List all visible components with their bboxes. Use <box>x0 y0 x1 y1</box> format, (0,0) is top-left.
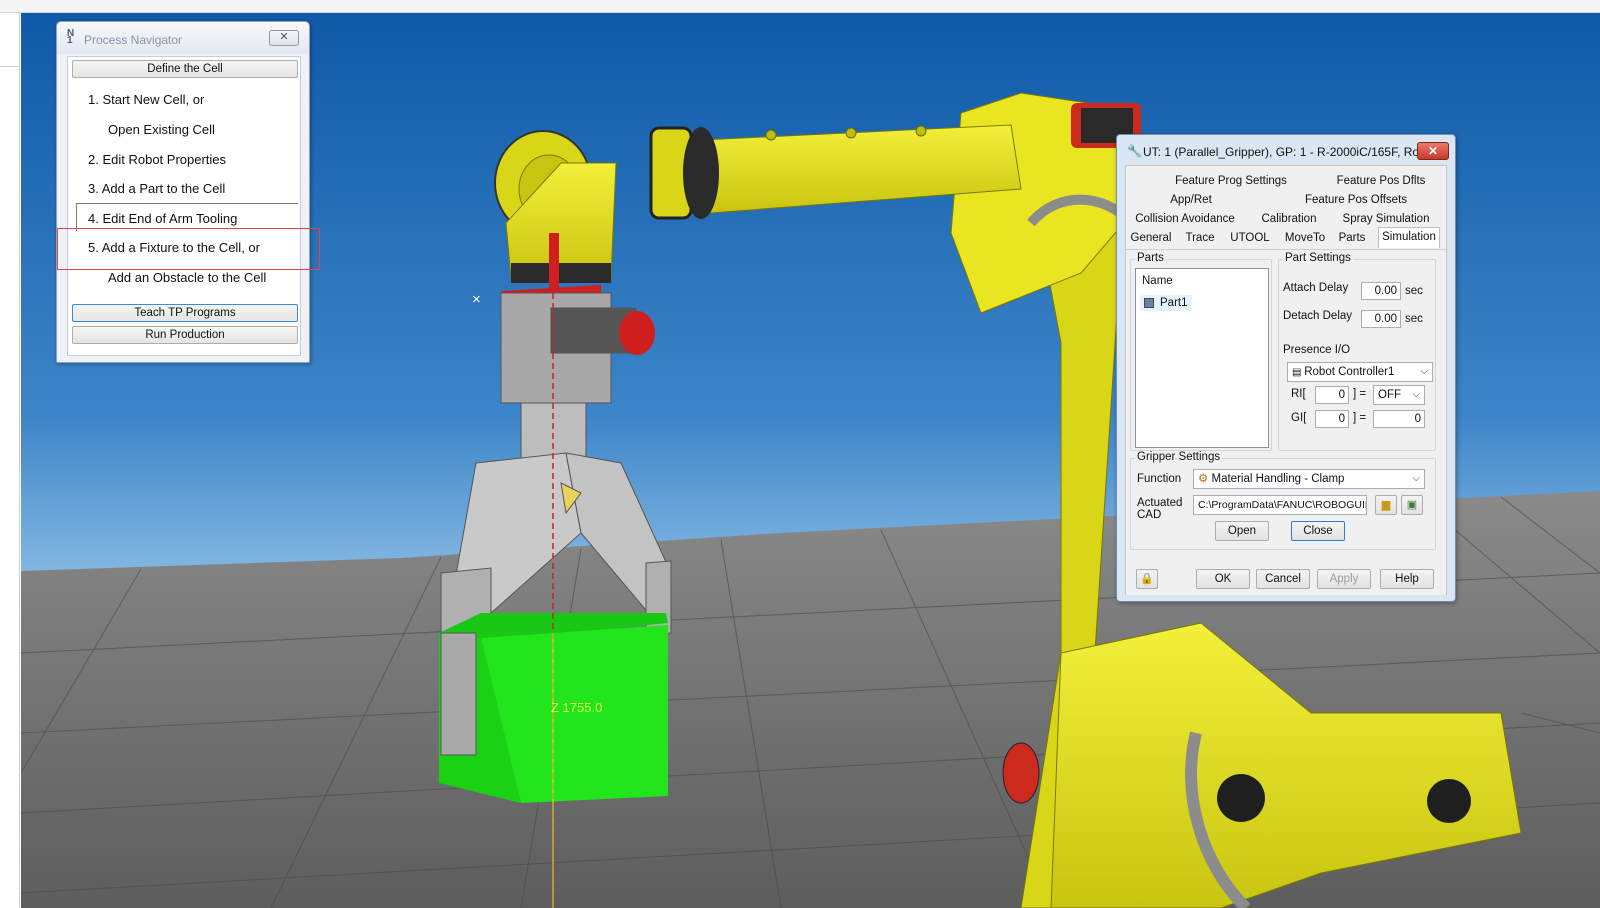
dialog-footer: 🔒 OK Cancel Apply Help <box>1126 565 1446 595</box>
cad-label: CAD <box>1137 509 1162 521</box>
ri-state-select[interactable]: OFF ⌵ <box>1373 385 1425 405</box>
tab-feature-prog-settings[interactable]: Feature Prog Settings <box>1146 172 1316 191</box>
tab-calibration[interactable]: Calibration <box>1254 210 1324 229</box>
detach-delay-unit: sec <box>1405 313 1423 325</box>
process-navigator-body: Define the Cell 1. Start New Cell, or Op… <box>67 56 301 356</box>
step-edit-end-of-arm-tooling[interactable]: 4. Edit End of Arm Tooling <box>88 211 237 226</box>
process-navigator-window: N1 Process Navigator ✕ Define the Cell 1… <box>56 21 310 363</box>
step-add-fixture[interactable]: 5. Add a Fixture to the Cell, or <box>88 240 260 255</box>
define-cell-button[interactable]: Define the Cell <box>72 60 298 78</box>
attach-delay-label: Attach Delay <box>1283 282 1349 294</box>
ri-index-field[interactable]: 0 <box>1315 386 1349 404</box>
gripper-settings-group-label: Gripper Settings <box>1135 451 1223 463</box>
teach-tp-programs-button[interactable]: Teach TP Programs <box>72 304 298 322</box>
help-button[interactable]: Help <box>1380 569 1434 589</box>
process-navigator-title: Process Navigator <box>84 33 183 47</box>
gripper-settings-group: Gripper Settings Function ⚙ Material Han… <box>1130 451 1436 550</box>
parts-list-header: Name <box>1142 275 1173 287</box>
z-coordinate-label: Z 1755.0 <box>551 700 603 715</box>
presence-io-label: Presence I/O <box>1283 344 1351 356</box>
function-select[interactable]: ⚙ Material Handling - Clamp ⌵ <box>1193 469 1425 489</box>
cad-browse-icon[interactable]: ▣ <box>1401 495 1423 515</box>
attach-delay-field[interactable]: 0.00 <box>1361 282 1401 300</box>
tab-feature-pos-dflts[interactable]: Feature Pos Dflts <box>1316 172 1446 191</box>
gi-index-field[interactable]: 0 <box>1315 410 1349 428</box>
ok-button[interactable]: OK <box>1196 569 1250 589</box>
close-icon[interactable]: ✕ <box>1417 142 1449 160</box>
attach-delay-unit: sec <box>1405 285 1423 297</box>
open-button[interactable]: Open <box>1215 521 1269 541</box>
gi-label: GI[ <box>1291 412 1307 424</box>
cancel-button[interactable]: Cancel <box>1256 569 1310 589</box>
tab-utool[interactable]: UTOOL <box>1226 229 1274 248</box>
tab-parts[interactable]: Parts <box>1334 229 1370 248</box>
gripper-function-icon: ⚙ <box>1198 473 1212 485</box>
detach-delay-field[interactable]: 0.00 <box>1361 310 1401 328</box>
list-item[interactable]: Part1 <box>1140 295 1192 311</box>
gi-equals: ] = <box>1353 412 1367 424</box>
part-settings-group-label: Part Settings <box>1283 252 1353 264</box>
utool-dialog-body: Feature Prog Settings Feature Pos Dflts … <box>1125 165 1448 595</box>
parts-group: Parts Name Part1 <box>1130 252 1272 451</box>
step-start-new-cell[interactable]: 1. Start New Cell, or <box>88 92 204 107</box>
tab-row-2: App/Ret Feature Pos Offsets <box>1126 191 1448 210</box>
chevron-down-icon: ⌵ <box>1412 473 1420 484</box>
controller-select[interactable]: ▤ Robot Controller1 ⌵ <box>1287 362 1433 382</box>
tab-general[interactable]: General <box>1128 229 1174 248</box>
step-add-part[interactable]: 3. Add a Part to the Cell <box>88 181 225 196</box>
close-button[interactable]: Close <box>1291 521 1345 541</box>
ri-equals: ] = <box>1353 388 1367 400</box>
chevron-down-icon: ⌵ <box>1412 389 1420 400</box>
detach-delay-label: Detach Delay <box>1283 310 1353 322</box>
function-value: Material Handling - Clamp <box>1211 473 1345 485</box>
step-open-existing-cell[interactable]: Open Existing Cell <box>108 122 215 137</box>
tab-collision-avoidance[interactable]: Collision Avoidance <box>1130 210 1240 229</box>
tab-moveto[interactable]: MoveTo <box>1280 229 1330 248</box>
function-label: Function <box>1137 473 1182 485</box>
chevron-down-icon: ⌵ <box>1420 366 1428 377</box>
tab-simulation[interactable]: Simulation <box>1378 227 1440 248</box>
tab-row-4: General Trace UTOOL MoveTo Parts Simulat… <box>1126 227 1448 248</box>
actuated-cad-path-field[interactable]: C:\ProgramData\FANUC\ROBOGUID <box>1193 495 1367 515</box>
process-navigator-titlebar[interactable]: N1 Process Navigator ✕ <box>57 22 309 54</box>
top-strip <box>0 0 1600 13</box>
tool-icon: 🔧 <box>1127 144 1142 158</box>
controller-icon: ▤ <box>1292 367 1305 378</box>
gi-value-field[interactable]: 0 <box>1373 410 1425 428</box>
folder-icon[interactable]: ▆ <box>1375 495 1397 515</box>
part-cube-icon <box>1144 298 1154 308</box>
navigator-icon: N1 <box>67 28 75 46</box>
left-gutter <box>0 13 20 908</box>
tab-feature-pos-offsets[interactable]: Feature Pos Offsets <box>1286 191 1426 210</box>
controller-value: Robot Controller1 <box>1304 366 1395 378</box>
parts-group-label: Parts <box>1135 252 1166 264</box>
tab-trace[interactable]: Trace <box>1180 229 1220 248</box>
utool-dialog-title: UT: 1 (Parallel_Gripper), GP: 1 - R-2000… <box>1143 145 1430 159</box>
actuated-label: Actuated <box>1137 497 1183 509</box>
close-icon[interactable]: ✕ <box>269 30 299 46</box>
run-production-button[interactable]: Run Production <box>72 326 298 344</box>
parts-list[interactable]: Name Part1 <box>1135 268 1269 448</box>
step-edit-robot-properties[interactable]: 2. Edit Robot Properties <box>88 152 226 167</box>
tab-app-ret[interactable]: App/Ret <box>1146 191 1236 210</box>
ri-label: RI[ <box>1291 388 1306 400</box>
ri-state-value: OFF <box>1378 389 1401 401</box>
part-name: Part1 <box>1160 297 1188 309</box>
lock-icon[interactable]: 🔒 <box>1136 569 1158 589</box>
utool-dialog: 🔧 UT: 1 (Parallel_Gripper), GP: 1 - R-20… <box>1116 134 1456 602</box>
tab-row-1: Feature Prog Settings Feature Pos Dflts <box>1126 172 1448 191</box>
apply-button[interactable]: Apply <box>1317 569 1371 589</box>
part-settings-group: Part Settings Attach Delay 0.00 sec Deta… <box>1278 252 1436 451</box>
simulation-panel: Parts Name Part1 Part Settings Attach De… <box>1126 250 1446 594</box>
step-add-obstacle[interactable]: Add an Obstacle to the Cell <box>108 270 266 285</box>
cursor-marker: × <box>472 291 481 308</box>
